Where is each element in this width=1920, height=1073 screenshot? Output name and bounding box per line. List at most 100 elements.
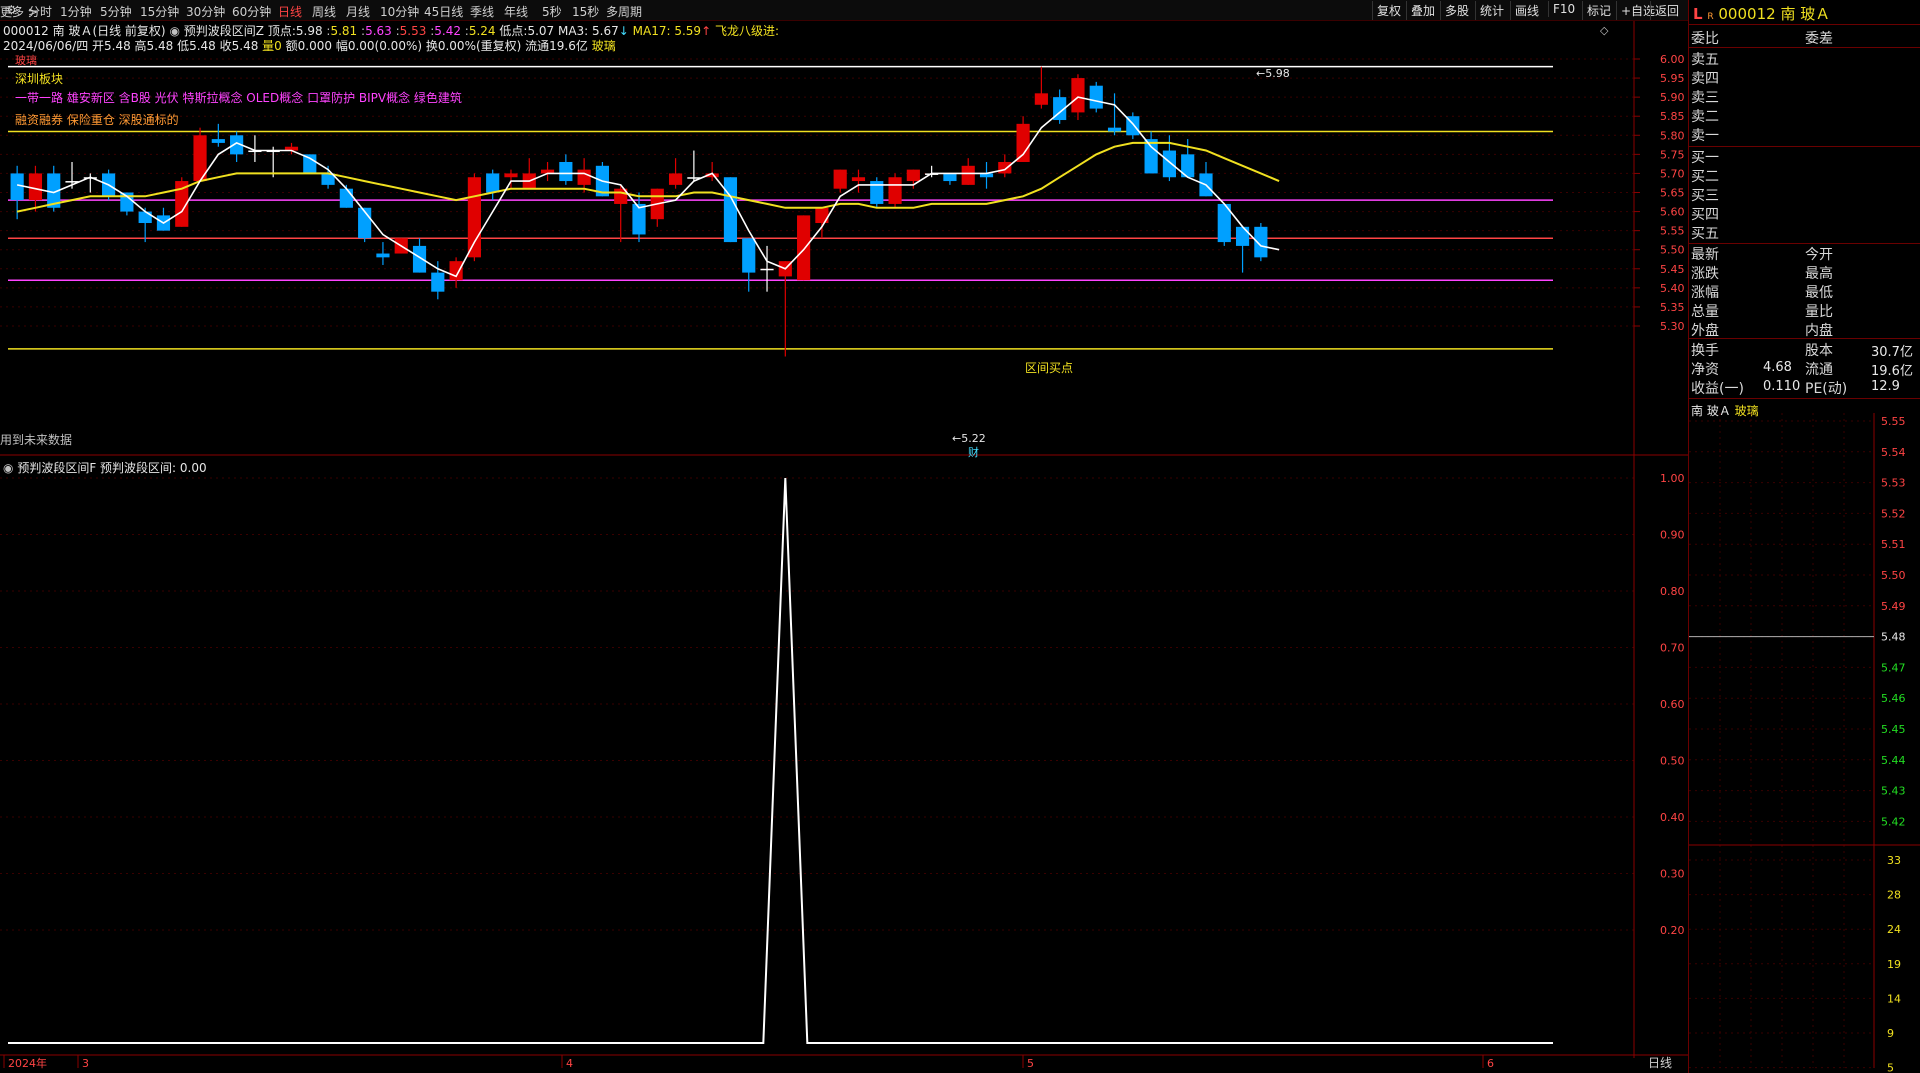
- toolbar-button[interactable]: 画线: [1510, 1, 1543, 20]
- sell-level-label: 卖三: [1691, 90, 1719, 106]
- sub-tick-label: 0.90: [1660, 529, 1685, 542]
- indicator-collapse-icon[interactable]: ◉: [169, 24, 179, 38]
- sub-tick-label: 0.70: [1660, 642, 1685, 655]
- candle-body: [303, 154, 317, 174]
- fund-value: 4.68: [1763, 360, 1792, 375]
- period-tab[interactable]: 季线: [470, 3, 494, 20]
- stat-label: 最新: [1691, 247, 1719, 263]
- mini-volume-label: 19: [1887, 958, 1901, 971]
- candle-body: [797, 215, 811, 281]
- finance-marker[interactable]: 财: [968, 444, 979, 460]
- mini-volume-label: 33: [1887, 854, 1901, 867]
- date-tick-label: 2024年: [8, 1056, 47, 1070]
- sub-tick-label: 0.50: [1660, 755, 1685, 768]
- top-val-4: 5.53: [399, 24, 427, 38]
- top-val-5: 5.42: [434, 24, 461, 38]
- period-tab[interactable]: 10分钟: [380, 3, 419, 20]
- sub-title[interactable]: 预判波段区间F: [17, 461, 96, 475]
- candle-body: [1016, 123, 1030, 162]
- mini-price-label: 5.53: [1881, 477, 1906, 490]
- candle-body: [28, 173, 43, 201]
- grid-lines: [0, 58, 1634, 931]
- buy-level-label: 买三: [1691, 188, 1719, 204]
- fund-label: 收益(一): [1691, 381, 1744, 397]
- toolbar-button[interactable]: 统计: [1475, 1, 1508, 20]
- price-tick-label: 5.50: [1660, 244, 1685, 257]
- candle-body: [577, 169, 591, 185]
- toolbar-button[interactable]: 多股: [1440, 1, 1473, 20]
- price-tick-label: 5.65: [1660, 187, 1685, 200]
- sub-indicator-header: ◉ 预判波段区间F 预判波段区间: 0.00: [3, 459, 207, 476]
- period-tab[interactable]: 周线: [312, 3, 336, 20]
- period-toolbar: 分时 1分钟 5分钟 15分钟 30分钟 60分钟 日线 周线 月线 10分钟 45日线 季线 年线 5秒…: [0, 0, 1688, 21]
- period-tab[interactable]: 15秒: [572, 3, 599, 20]
- candle-body: [943, 173, 957, 182]
- chart-canvas[interactable]: 6.00 5.95 5.90 5.85 5.80 5.75 5.70 5.65 5.60 5.55…: [0, 0, 1688, 1073]
- period-tab[interactable]: 30分钟: [186, 3, 225, 20]
- stat-label: 今开: [1805, 247, 1833, 263]
- sub-tick-label: 0.60: [1660, 698, 1685, 711]
- toolbar-button[interactable]: 叠加: [1406, 1, 1439, 20]
- stat-label: 涨幅: [1691, 285, 1719, 301]
- candle-body: [760, 268, 774, 271]
- candle-body: [339, 188, 353, 208]
- turnover-text: 幅0.00(0.00%) 换0.00%(重复权) 流通19.6亿: [335, 39, 588, 53]
- period-tab[interactable]: 60分钟: [232, 3, 271, 20]
- stat-label: 最低: [1805, 285, 1833, 301]
- low-arrow-icon: ←: [952, 432, 962, 445]
- buy-level-label: 买二: [1691, 169, 1719, 185]
- mini-price-label: 5.47: [1881, 661, 1906, 674]
- mini-price-label: 5.42: [1881, 815, 1906, 828]
- mini-price-label: 5.55: [1881, 415, 1906, 428]
- mini-price-label: 5.43: [1881, 785, 1906, 798]
- industry-text: 玻璃: [591, 39, 616, 53]
- period-tab[interactable]: 5秒: [542, 3, 562, 20]
- candle-body: [998, 161, 1012, 174]
- period-tab[interactable]: 15分钟: [140, 3, 179, 20]
- toolbar-button[interactable]: 标记: [1582, 1, 1615, 20]
- mini-price-label: 5.51: [1881, 538, 1906, 551]
- toolbar-button[interactable]: 复权: [1372, 1, 1405, 20]
- period-tab[interactable]: 多周期: [606, 3, 642, 20]
- candle-body: [1071, 78, 1085, 113]
- stat-label: 总量: [1691, 304, 1719, 320]
- toolbar-button[interactable]: F10: [1548, 1, 1579, 17]
- period-tab[interactable]: 月线: [346, 3, 370, 20]
- signal-label: 飞龙八级进:: [714, 24, 780, 38]
- period-tab[interactable]: 年线: [504, 3, 528, 20]
- menu-icon[interactable]: ⚙: [6, 3, 17, 17]
- fund-value: 19.6亿: [1871, 364, 1913, 379]
- period-tab[interactable]: 日线: [278, 3, 302, 20]
- wei-cha-label: 委差: [1805, 31, 1833, 47]
- top-val-3: 5.63: [365, 24, 392, 38]
- stat-label: 涨跌: [1691, 266, 1719, 282]
- fund-value: 30.7亿: [1871, 345, 1913, 360]
- mini-price-label: 5.46: [1881, 692, 1906, 705]
- diamond-icon[interactable]: ◇: [1600, 24, 1608, 37]
- mini-chart[interactable]: 5.55 5.54 5.53 5.52 5.51 5.50 5.49 5.48 5.47 5.46…: [1689, 413, 1920, 1073]
- indicator-name[interactable]: 预判波段区间Z: [184, 24, 264, 38]
- candle-body: [1089, 85, 1103, 109]
- price-tick-label: 5.45: [1660, 263, 1685, 276]
- period-tab[interactable]: 1分钟: [60, 3, 92, 20]
- period-tab[interactable]: 5分钟: [100, 3, 132, 20]
- high-marker-value: 5.98: [1265, 67, 1290, 80]
- sub-tick-label: 0.20: [1660, 924, 1685, 937]
- candle-body: [815, 207, 829, 224]
- toolbar-button[interactable]: 返回: [1650, 1, 1683, 20]
- mini-volume-label: 9: [1887, 1027, 1894, 1040]
- stock-title: 000012 南 玻Ａ(日线 前复权): [3, 24, 166, 38]
- low-label: 低点:: [499, 24, 528, 38]
- stat-label: 量比: [1805, 304, 1833, 320]
- quote-panel: L R 000012 南 玻Ａ 委比 委差 卖五 卖四 卖三 卖二 卖一 买一 买二 买三买…: [1688, 0, 1920, 1073]
- sub-tick-label: 0.40: [1660, 811, 1685, 824]
- sub-collapse-icon[interactable]: ◉: [3, 461, 13, 475]
- l-icon: L: [1693, 5, 1703, 23]
- period-tab[interactable]: 45日线: [424, 3, 463, 20]
- candle-body: [1034, 93, 1048, 105]
- candle-body: [961, 165, 975, 185]
- price-tick-label: 5.60: [1660, 206, 1685, 219]
- candle-body: [1162, 150, 1176, 178]
- date-tick-label: 4: [566, 1057, 573, 1070]
- current-val: 5.24: [468, 24, 496, 38]
